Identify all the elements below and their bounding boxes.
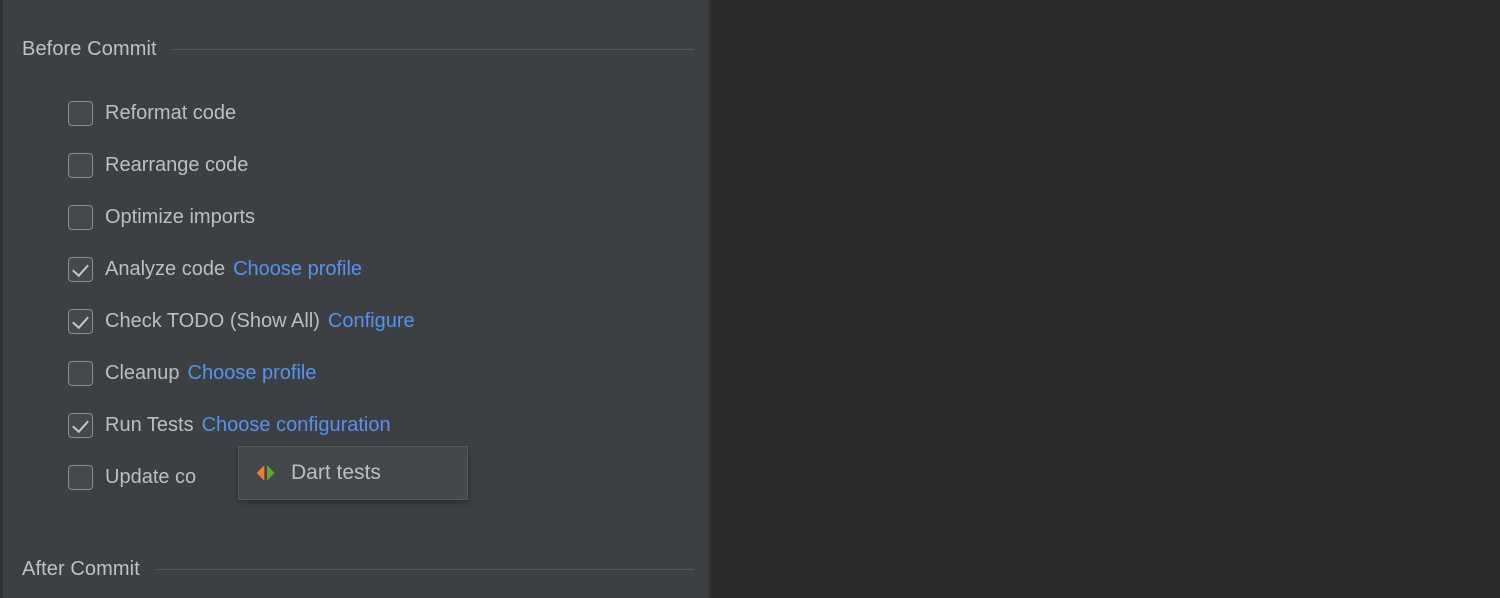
option-label: Cleanup [105,362,180,384]
checkbox-check-todo[interactable] [68,308,93,334]
option-label: Rearrange code [105,154,249,176]
link-choose-configuration[interactable]: Choose configuration [202,413,391,437]
option-row-update-copyright[interactable]: Update co [68,463,196,491]
run-configuration-popup[interactable]: Dart tests [238,446,468,500]
right-pane [710,0,1500,598]
section-header-after-commit: After Commit [22,557,694,581]
panel-right-edge [708,0,710,598]
option-label: Update co [105,466,197,488]
option-row-rearrange-code[interactable]: Rearrange code [68,151,248,179]
option-row-analyze-code[interactable]: Analyze code Choose profile [68,255,362,283]
option-label: Reformat code [105,102,237,124]
option-row-check-todo[interactable]: Check TODO (Show All) Configure [68,307,415,335]
option-row-cleanup[interactable]: Cleanup Choose profile [68,359,316,387]
option-row-reformat-code[interactable]: Reformat code [68,99,236,127]
checkbox-rearrange-code[interactable] [68,152,93,178]
checkbox-reformat-code[interactable] [68,100,93,126]
checkbox-run-tests[interactable] [68,412,93,438]
option-label: Run Tests [105,414,194,436]
checkbox-optimize-imports[interactable] [68,204,93,230]
option-label: Check TODO (Show All) [105,310,320,332]
section-title-before-commit: Before Commit [22,38,157,60]
checkbox-cleanup[interactable] [68,360,93,386]
link-choose-profile-analyze[interactable]: Choose profile [233,257,362,281]
dart-run-icon [255,462,277,484]
option-label: Analyze code [105,258,226,280]
section-header-before-commit: Before Commit [22,37,694,61]
commit-options-panel: Before Commit Reformat code Rearrange co… [0,0,710,598]
option-row-optimize-imports[interactable]: Optimize imports [68,203,255,231]
checkbox-update-copyright[interactable] [68,464,93,490]
link-choose-profile-cleanup[interactable]: Choose profile [188,361,317,385]
option-row-run-tests[interactable]: Run Tests Choose configuration [68,411,391,439]
popup-item-label: Dart tests [291,461,381,484]
link-configure-todo[interactable]: Configure [328,309,415,333]
section-title-after-commit: After Commit [22,558,140,580]
section-divider-after-commit [155,568,694,570]
section-divider-before-commit [172,48,694,50]
checkbox-analyze-code[interactable] [68,256,93,282]
panel-left-edge [0,0,3,598]
option-label: Optimize imports [105,206,256,228]
commit-settings-screen: Before Commit Reformat code Rearrange co… [0,0,1500,598]
